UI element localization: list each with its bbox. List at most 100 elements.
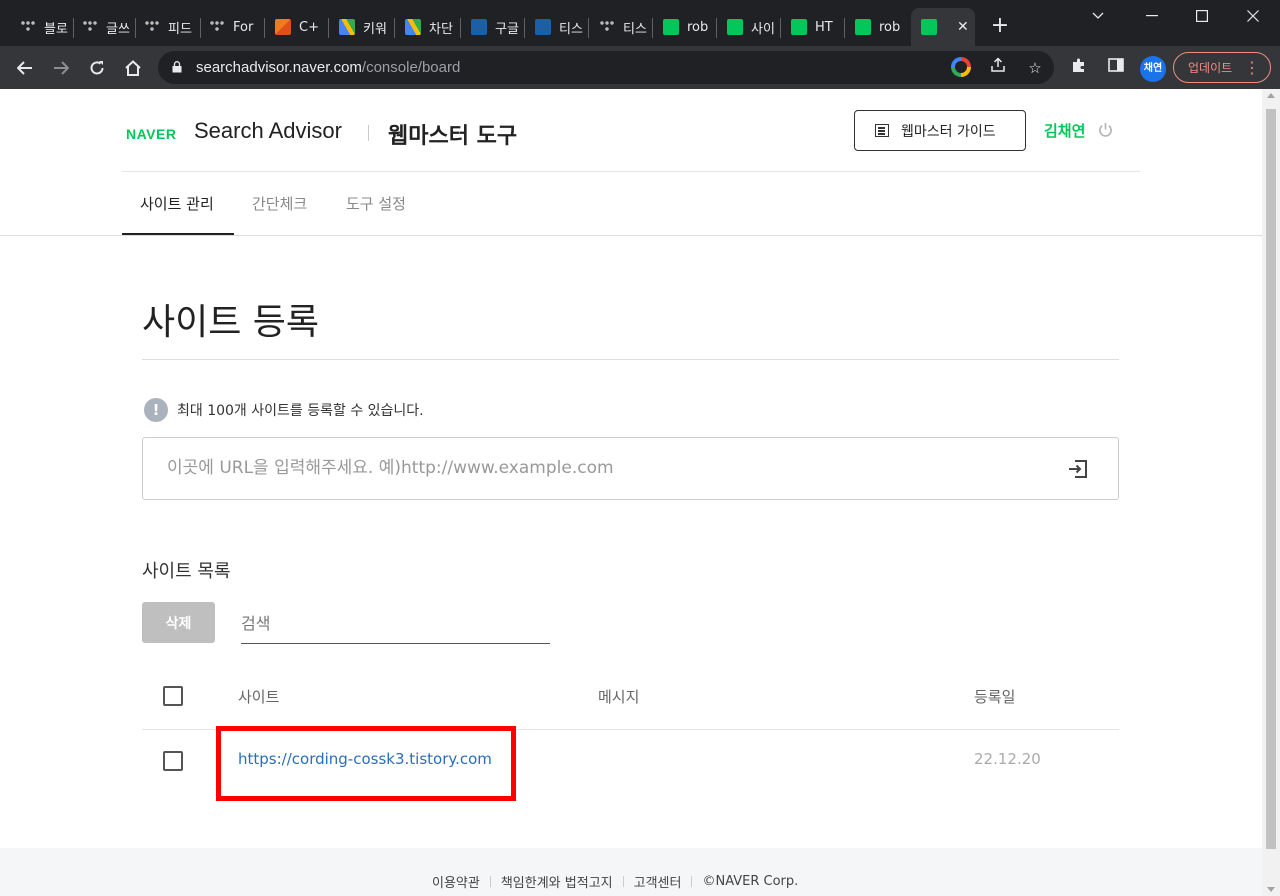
tab-label: 사이 [751,21,775,37]
scrollbar-thumb[interactable] [1266,109,1276,849]
tab-label: rob [687,19,709,35]
tab-site-management[interactable]: 사이트 관리 [140,193,214,214]
document-icon [875,124,889,137]
tab-label: For [233,19,254,35]
footer-link-terms[interactable]: 이용약관 [432,872,480,891]
browser-tab[interactable]: For [201,8,265,46]
browser-tab[interactable]: rob [845,8,911,46]
delete-button[interactable]: 삭제 [142,602,215,643]
address-bar[interactable]: searchadvisor.naver.com/console/board ☆ [158,51,1054,84]
tab-quick-check[interactable]: 간단체크 [252,193,307,214]
browser-tab[interactable]: 사이 [717,8,781,46]
search-input[interactable] [241,610,541,636]
back-arrow-icon[interactable] [12,55,38,81]
tab-label: 블로 [44,21,68,37]
select-all-checkbox[interactable] [163,686,183,706]
chevron-down-icon[interactable] [1075,0,1121,32]
search-field [241,602,550,644]
google-ads-icon [405,19,421,35]
url-input-box [142,437,1119,500]
tab-label: 글쓰 [106,21,130,37]
url-text: searchadvisor.naver.com/console/board [196,59,461,76]
site-list-title: 사이트 목록 [142,561,231,582]
browser-tab-bar: 블로 글쓰 피드 For C+ 키워 차단 구글 티스 티스 rob 사이 HT… [0,0,1280,46]
tab-label: 티스 [623,21,647,37]
webmaster-guide-button[interactable]: 웹마스터 가이드 [854,110,1026,151]
browser-tab[interactable]: rob [653,8,717,46]
browser-tab[interactable]: 구글 [461,8,525,46]
browser-tab-active[interactable]: ✕ [911,8,975,46]
tabs-divider [0,235,1262,236]
naver-sa-icon [921,19,937,35]
browser-tab[interactable]: 블로 [12,8,74,46]
scroll-down-icon[interactable] [1267,887,1275,892]
row-checkbox[interactable] [163,751,183,771]
naver-sa-icon [663,19,679,35]
logout-power-icon[interactable] [1097,122,1113,138]
tab-label: 티스 [559,21,583,37]
tab-label: 키워 [363,21,387,37]
profile-avatar[interactable]: 채연 [1140,56,1166,82]
tab-label: 구글 [495,21,519,37]
tab-tool-settings[interactable]: 도구 설정 [346,193,406,214]
scrollbar[interactable] [1262,89,1280,896]
guide-button-label: 웹마스터 가이드 [901,123,996,140]
highlight-annotation-box [216,726,516,801]
maximize-icon[interactable] [1179,0,1225,32]
forward-arrow-icon[interactable] [48,55,74,81]
browser-tab[interactable]: 피드 [136,8,201,46]
submit-login-icon[interactable] [1067,458,1091,482]
browser-tab[interactable]: 티스 [525,8,589,46]
tab-label: HT [815,19,833,35]
footer: 이용약관 책임한계와 법적고지 고객센터 ©NAVER Corp. [0,848,1262,896]
home-icon[interactable] [120,55,146,81]
tab-label: C+ [299,19,319,35]
title-divider [142,359,1119,360]
browser-tab[interactable]: HT [781,8,845,46]
browser-tab[interactable]: 차단 [395,8,461,46]
dots-icon [209,19,225,35]
scroll-up-icon[interactable] [1267,93,1275,98]
new-tab-button[interactable]: + [988,14,1012,38]
browser-tab[interactable]: 티스 [589,8,653,46]
bookmark-star-icon[interactable]: ☆ [1024,57,1046,79]
google-icon[interactable] [951,57,971,77]
header-divider [122,171,1140,172]
side-panel-icon[interactable] [1105,57,1127,79]
reload-icon[interactable] [84,55,110,81]
registration-date: 22.12.20 [974,750,1041,768]
dots-icon [599,19,615,35]
dots-icon [82,19,98,35]
user-name[interactable]: 김채연 [1044,120,1085,141]
footer-link-legal[interactable]: 책임한계와 법적고지 [501,872,613,891]
column-header-message: 메시지 [598,688,640,706]
naver-sa-icon [727,19,743,35]
more-menu-icon[interactable]: ⋮ [1244,58,1260,77]
browser-tab[interactable]: 글쓰 [74,8,136,46]
naver-logo[interactable]: NAVER [126,126,176,142]
url-input[interactable] [167,456,1047,480]
share-icon[interactable] [987,57,1009,79]
extensions-puzzle-icon[interactable] [1068,57,1090,79]
browser-tab[interactable]: 키워 [329,8,395,46]
dots-icon [144,19,160,35]
tool-title: 웹마스터 도구 [388,124,518,149]
brand-name[interactable]: Search Advisor [194,118,342,144]
footer-link-support[interactable]: 고객센터 [634,872,682,891]
tab-label: 피드 [168,21,192,37]
dots-icon [20,19,36,35]
close-window-icon[interactable] [1230,0,1276,32]
minimize-icon[interactable] [1129,0,1175,32]
column-header-date: 등록일 [974,688,1016,706]
update-label: 업데이트 [1188,61,1233,75]
column-header-site: 사이트 [238,688,280,706]
update-button[interactable]: 업데이트 ⋮ [1173,52,1271,83]
browser-tab[interactable]: C+ [265,8,329,46]
c-site-icon [471,19,487,35]
c-site-icon [535,19,551,35]
close-tab-icon[interactable]: ✕ [957,19,969,35]
naver-sa-icon [791,19,807,35]
footer-links: 이용약관 책임한계와 법적고지 고객센터 ©NAVER Corp. [432,872,798,891]
browser-toolbar: searchadvisor.naver.com/console/board ☆ … [0,46,1280,89]
naver-sa-icon [855,19,871,35]
